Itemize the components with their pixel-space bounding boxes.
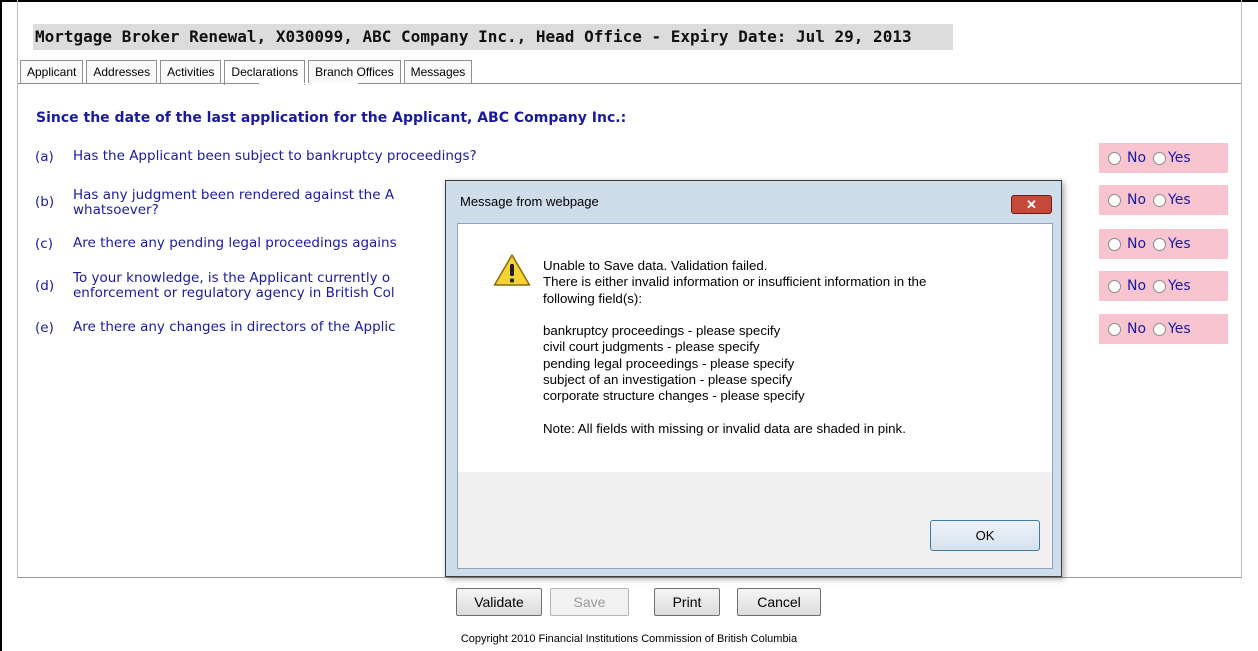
message-line: corporate structure changes - please spe…: [543, 388, 805, 404]
dialog-title: Message from webpage: [460, 194, 599, 209]
content-frame-left: [17, 0, 18, 577]
radio-yes[interactable]: [1153, 279, 1167, 293]
question-line: To your knowledge, is the Applicant curr…: [73, 270, 391, 286]
question-text: Has the Applicant been subject to bankru…: [73, 149, 477, 164]
question-line: Has any judgment been rendered against t…: [73, 187, 395, 203]
message-line: pending legal proceedings - please speci…: [543, 355, 795, 371]
window-left-border: [0, 0, 2, 651]
tab-bar: Applicant Addresses Activities Declarati…: [20, 60, 475, 85]
dialog-close-button[interactable]: ✕: [1011, 195, 1052, 214]
radio-no[interactable]: [1108, 322, 1121, 336]
radio-no-label[interactable]: No: [1127, 236, 1146, 252]
radio-no-label[interactable]: No: [1127, 192, 1146, 208]
cancel-button[interactable]: Cancel: [737, 588, 821, 616]
radio-yes-label[interactable]: Yes: [1168, 150, 1191, 166]
tab-branch-offices[interactable]: Branch Offices: [308, 60, 401, 83]
dialog-message: Unable to Save data. Validation failed. …: [543, 258, 926, 437]
radio-yes[interactable]: [1153, 322, 1167, 336]
question-letter: (e): [35, 320, 54, 336]
message-line: Unable to Save data. Validation failed.: [543, 258, 768, 273]
warning-icon: [493, 254, 531, 286]
radio-group-e: No Yes: [1099, 314, 1228, 344]
radio-yes[interactable]: [1153, 151, 1167, 165]
radio-no[interactable]: [1108, 151, 1121, 165]
question-text: Are there any pending legal proceedings …: [73, 236, 397, 251]
radio-no[interactable]: [1108, 193, 1121, 207]
page-title: Mortgage Broker Renewal, X030099, ABC Co…: [33, 24, 953, 50]
tab-underline: [18, 83, 1241, 84]
tab-activities[interactable]: Activities: [160, 60, 222, 83]
dialog-body: Unable to Save data. Validation failed. …: [457, 223, 1053, 569]
tab-addresses[interactable]: Addresses: [86, 60, 158, 83]
tab-declarations[interactable]: Declarations: [224, 60, 306, 85]
question-letter: (b): [35, 194, 55, 210]
declarations-heading: Since the date of the last application f…: [36, 110, 627, 126]
close-icon: ✕: [1026, 197, 1037, 212]
question-text: Are there any changes in directors of th…: [73, 320, 396, 335]
message-dialog: Message from webpage ✕ Unable to Save da…: [445, 180, 1062, 577]
radio-yes-label[interactable]: Yes: [1168, 321, 1191, 337]
print-button[interactable]: Print: [654, 588, 720, 616]
radio-group-b: No Yes: [1099, 185, 1228, 215]
question-letter: (d): [35, 278, 55, 294]
question-line: whatsoever?: [73, 202, 159, 218]
radio-yes-label[interactable]: Yes: [1168, 278, 1191, 294]
message-line: [543, 405, 926, 421]
content-frame-right: [1241, 0, 1242, 577]
message-line: Note: All fields with missing or invalid…: [543, 420, 906, 436]
message-line: bankruptcy proceedings - please specify: [543, 323, 781, 339]
ok-button[interactable]: OK: [930, 520, 1040, 551]
message-line: following field(s):: [543, 290, 643, 306]
radio-yes[interactable]: [1153, 237, 1167, 251]
message-line: There is either invalid information or i…: [543, 274, 927, 290]
radio-no[interactable]: [1108, 279, 1121, 293]
validate-button[interactable]: Validate: [456, 588, 542, 616]
question-letter: (c): [35, 236, 53, 252]
question-text: Has any judgment been rendered against t…: [73, 188, 394, 218]
message-line: subject of an investigation - please spe…: [543, 372, 793, 388]
radio-group-c: No Yes: [1099, 229, 1228, 259]
message-line: civil court judgments - please specify: [543, 339, 760, 355]
question-text: To your knowledge, is the Applicant curr…: [73, 271, 395, 301]
radio-no-label[interactable]: No: [1127, 150, 1146, 166]
question-line: Are there any pending legal proceedings …: [73, 235, 397, 251]
radio-no[interactable]: [1108, 237, 1121, 251]
radio-no-label[interactable]: No: [1127, 321, 1146, 337]
question-line: Are there any changes in directors of th…: [73, 319, 396, 335]
radio-yes[interactable]: [1153, 193, 1167, 207]
question-line: enforcement or regulatory agency in Brit…: [73, 285, 395, 301]
copyright-text: Copyright 2010 Financial Institutions Co…: [460, 633, 798, 645]
save-button[interactable]: Save: [550, 588, 629, 616]
window-top-border: [0, 0, 1258, 2]
radio-no-label[interactable]: No: [1127, 278, 1146, 294]
question-line: Has the Applicant been subject to bankru…: [73, 148, 477, 164]
content-frame-bottom: [17, 577, 1242, 578]
message-line: [543, 307, 926, 323]
tab-messages[interactable]: Messages: [403, 60, 473, 83]
radio-yes-label[interactable]: Yes: [1168, 236, 1191, 252]
question-letter: (a): [35, 149, 54, 165]
radio-group-a: No Yes: [1099, 143, 1228, 173]
radio-group-d: No Yes: [1099, 271, 1228, 301]
active-tab-gap: [259, 83, 358, 84]
tab-applicant[interactable]: Applicant: [20, 60, 84, 83]
radio-yes-label[interactable]: Yes: [1168, 192, 1191, 208]
